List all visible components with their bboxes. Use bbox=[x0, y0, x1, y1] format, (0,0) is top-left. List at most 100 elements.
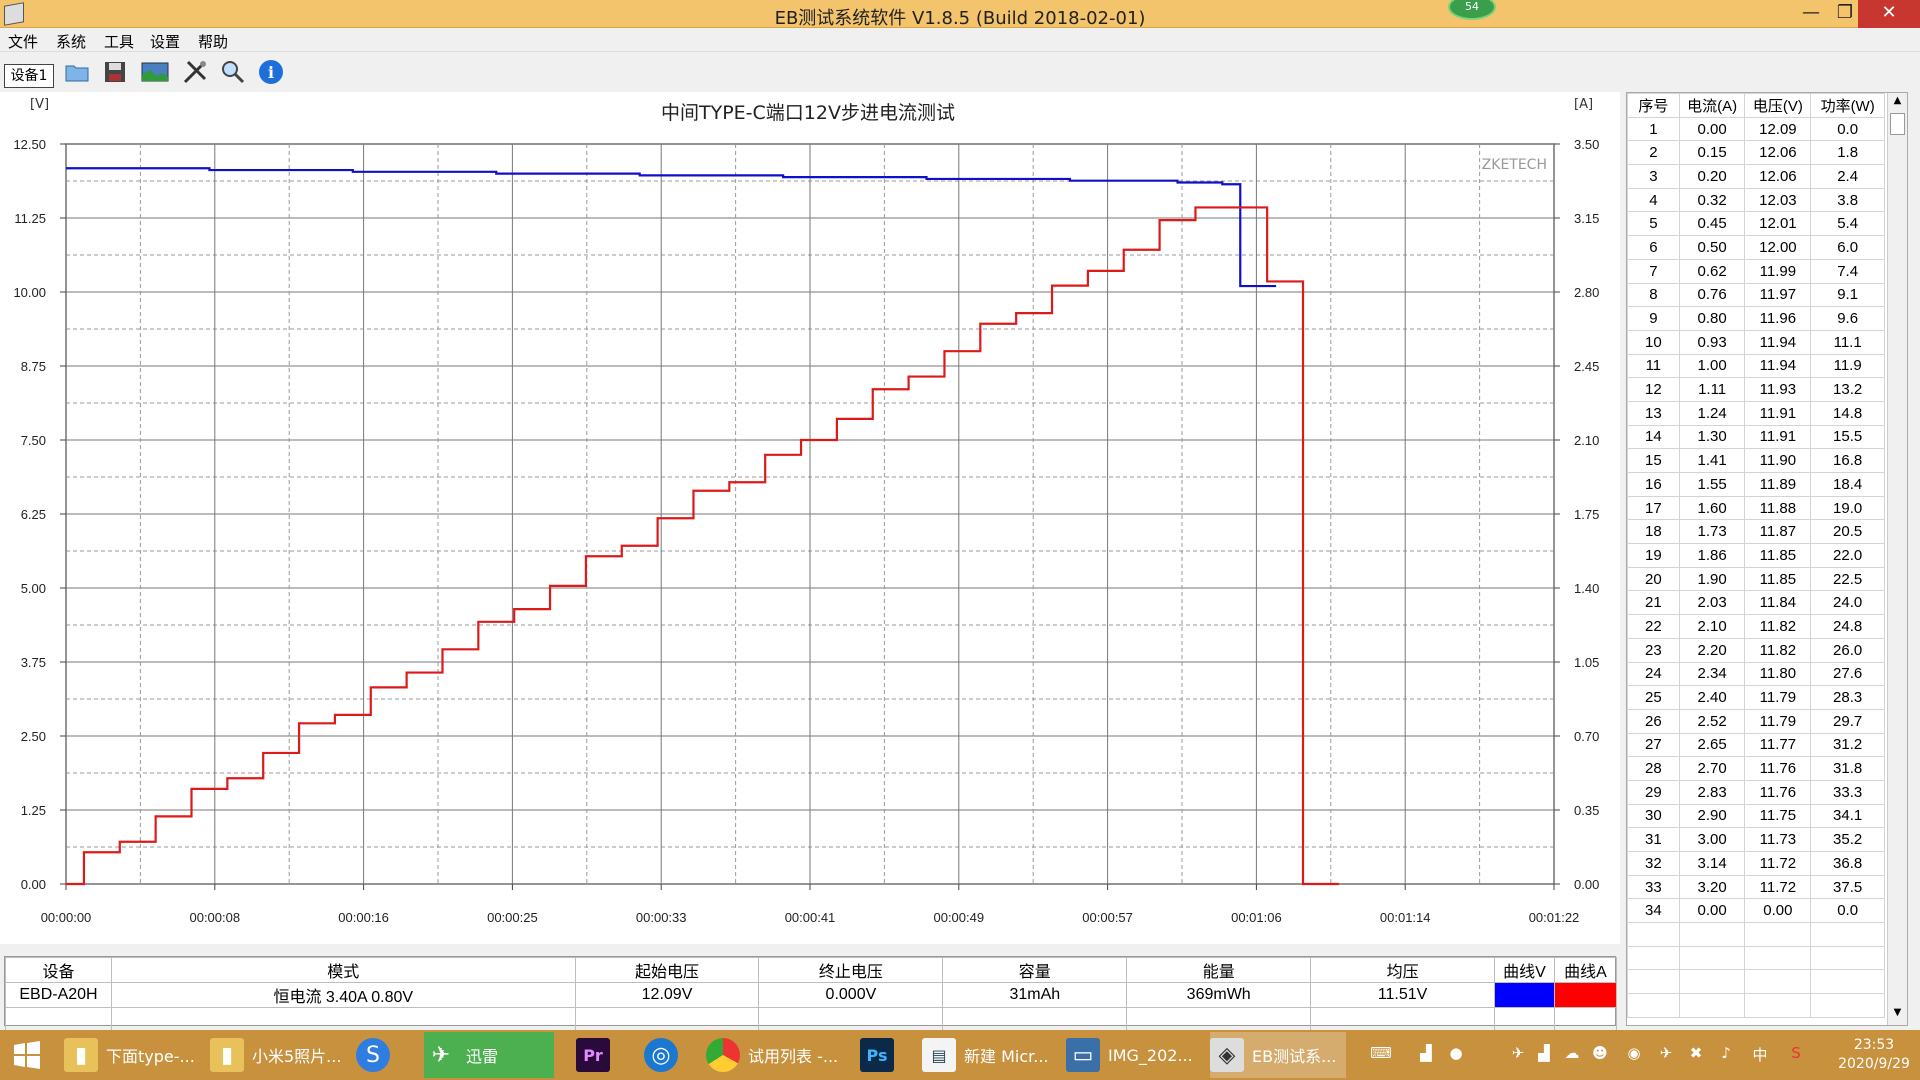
taskbar-item-image[interactable]: ▭ IMG_202... bbox=[1066, 1032, 1206, 1078]
table-row[interactable]: 6 0.50 12.00 6.0 bbox=[1627, 235, 1885, 260]
table-row[interactable]: 18 1.73 11.87 20.5 bbox=[1627, 519, 1885, 545]
table-cell: 2.03 bbox=[1678, 590, 1746, 616]
scroll-down-icon[interactable]: ▼ bbox=[1890, 1007, 1905, 1023]
table-row[interactable]: 22 2.10 11.82 24.8 bbox=[1627, 614, 1885, 639]
taskbar-item-xunlei[interactable]: ✈ 迅雷 bbox=[424, 1032, 554, 1078]
table-row[interactable]: 32 3.14 11.72 36.8 bbox=[1627, 851, 1885, 876]
scroll-thumb[interactable] bbox=[1890, 113, 1905, 135]
table-cell bbox=[1744, 969, 1812, 995]
table-row[interactable]: 14 1.30 11.91 15.5 bbox=[1627, 424, 1885, 450]
search-icon[interactable] bbox=[218, 58, 248, 86]
table-row[interactable]: 5 0.45 12.01 5.4 bbox=[1627, 211, 1885, 237]
network-icon[interactable]: ▟ bbox=[1534, 1044, 1554, 1064]
volume-icon[interactable]: ♪ bbox=[1716, 1044, 1736, 1064]
taskbar-item-word[interactable]: ▤ 新建 Micr... bbox=[922, 1032, 1062, 1078]
wifi-icon[interactable]: ✈ bbox=[1508, 1044, 1528, 1064]
keyboard-icon[interactable]: ⌨ bbox=[1364, 1044, 1398, 1064]
clock[interactable]: 23:53 2020/9/29 bbox=[1828, 1036, 1920, 1074]
table-row[interactable]: 24 2.34 11.80 27.6 bbox=[1627, 661, 1885, 687]
close-button[interactable]: ✕ bbox=[1858, 0, 1920, 28]
mute-icon[interactable]: ✖ bbox=[1686, 1044, 1706, 1064]
taskbar-item-photoshop[interactable]: Ps bbox=[860, 1032, 910, 1078]
taskbar-item-sogou[interactable]: S bbox=[356, 1032, 406, 1078]
table-cell: 2.4 bbox=[1810, 164, 1885, 189]
table-cell: 29 bbox=[1627, 779, 1680, 805]
info-icon[interactable]: i bbox=[256, 58, 286, 86]
table-row[interactable]: 28 2.70 11.76 31.8 bbox=[1627, 756, 1885, 781]
taskbar-item-browser[interactable]: ◎ bbox=[644, 1032, 694, 1078]
table-row[interactable]: 26 2.52 11.79 29.7 bbox=[1627, 708, 1885, 734]
menu-system[interactable]: 系统 bbox=[56, 31, 86, 52]
table-header[interactable]: 序号 bbox=[1627, 93, 1680, 118]
table-row[interactable]: 17 1.60 11.88 19.0 bbox=[1627, 495, 1885, 521]
globe-icon[interactable]: ◉ bbox=[1624, 1044, 1644, 1064]
taskbar-item-eb-active[interactable]: ◈ EB测试系... bbox=[1210, 1032, 1346, 1078]
table-header[interactable]: 电流(A) bbox=[1678, 93, 1746, 118]
table-cell: 33 bbox=[1627, 874, 1680, 900]
table-row[interactable]: 30 2.90 11.75 34.1 bbox=[1627, 803, 1885, 829]
save-icon[interactable] bbox=[100, 58, 130, 86]
table-row[interactable]: 3 0.20 12.06 2.4 bbox=[1627, 164, 1885, 189]
table-cell bbox=[1744, 922, 1812, 947]
vertical-scrollbar[interactable]: ▲ ▼ bbox=[1887, 93, 1907, 1025]
table-cell: 11.94 bbox=[1744, 329, 1812, 355]
tools-icon[interactable] bbox=[180, 58, 210, 86]
taskbar-item-premiere[interactable]: Pr bbox=[576, 1032, 626, 1078]
menu-tools[interactable]: 工具 bbox=[104, 31, 134, 52]
table-row[interactable]: 34 0.00 0.00 0.0 bbox=[1627, 898, 1885, 924]
table-cell: 11.99 bbox=[1744, 258, 1812, 284]
device-tab[interactable]: 设备1 bbox=[4, 64, 54, 88]
sogou-tray-icon[interactable]: S bbox=[1786, 1044, 1806, 1064]
menu-settings[interactable]: 设置 bbox=[150, 31, 180, 52]
qq-icon[interactable]: ☻ bbox=[1590, 1044, 1610, 1064]
start-button[interactable] bbox=[10, 1032, 52, 1078]
summary-header: 设备 bbox=[5, 957, 112, 983]
table-row[interactable]: 7 0.62 11.99 7.4 bbox=[1627, 258, 1885, 284]
table-header[interactable]: 功率(W) bbox=[1810, 93, 1885, 118]
table-row[interactable]: 2 0.15 12.06 1.8 bbox=[1627, 140, 1885, 166]
taskbar-item-chrome[interactable]: 试用列表 -... bbox=[706, 1032, 846, 1078]
taskbar-item-folder2[interactable]: ▮ 小米5照片... bbox=[210, 1032, 350, 1078]
table-row[interactable]: 9 0.80 11.96 9.6 bbox=[1627, 306, 1885, 331]
table-row[interactable]: 15 1.41 11.90 16.8 bbox=[1627, 448, 1885, 473]
table-row[interactable]: 21 2.03 11.84 24.0 bbox=[1627, 590, 1885, 616]
table-cell: 11.85 bbox=[1744, 566, 1812, 592]
table-row[interactable]: 23 2.20 11.82 26.0 bbox=[1627, 637, 1885, 663]
table-row[interactable]: 12 1.11 11.93 13.2 bbox=[1627, 377, 1885, 402]
right-tick-label: 0.35 bbox=[1574, 803, 1599, 818]
table-row[interactable]: 33 3.20 11.72 37.5 bbox=[1627, 874, 1885, 900]
curve-a-color-swatch[interactable] bbox=[1553, 982, 1618, 1008]
open-folder-icon[interactable] bbox=[62, 58, 92, 86]
table-row[interactable]: 11 1.00 11.94 11.9 bbox=[1627, 353, 1885, 379]
bird-tray-icon[interactable]: ✈ bbox=[1656, 1044, 1676, 1064]
table-row[interactable]: 29 2.83 11.76 33.3 bbox=[1627, 779, 1885, 805]
left-axis-unit: [V] bbox=[30, 97, 49, 112]
table-row[interactable]: 16 1.55 11.89 18.4 bbox=[1627, 472, 1885, 497]
table-cell: 12.03 bbox=[1744, 187, 1812, 213]
taskbar-item-folder1[interactable]: ▮ 下面type-... bbox=[64, 1032, 204, 1078]
table-row[interactable]: 20 1.90 11.85 22.5 bbox=[1627, 566, 1885, 592]
menu-file[interactable]: 文件 bbox=[8, 31, 38, 52]
left-tick-label: 8.75 bbox=[21, 359, 46, 374]
table-row[interactable]: 25 2.40 11.79 28.3 bbox=[1627, 685, 1885, 710]
image-icon[interactable] bbox=[140, 58, 170, 86]
table-row[interactable]: 31 3.00 11.73 35.2 bbox=[1627, 827, 1885, 852]
table-row[interactable]: 4 0.32 12.03 3.8 bbox=[1627, 187, 1885, 213]
table-row[interactable]: 10 0.93 11.94 11.1 bbox=[1627, 329, 1885, 355]
cloud-icon[interactable]: ☁ bbox=[1562, 1044, 1582, 1064]
table-row[interactable]: 1 0.00 12.09 0.0 bbox=[1627, 116, 1885, 142]
menu-help[interactable]: 帮助 bbox=[198, 31, 228, 52]
table-row[interactable]: 13 1.24 11.91 14.8 bbox=[1627, 400, 1885, 426]
table-header[interactable]: 电压(V) bbox=[1744, 93, 1812, 118]
ime-indicator[interactable]: 中 bbox=[1750, 1044, 1770, 1064]
table-row-empty bbox=[1627, 945, 1885, 971]
table-row[interactable]: 19 1.86 11.85 22.0 bbox=[1627, 543, 1885, 568]
table-cell: 1.30 bbox=[1678, 424, 1746, 450]
scroll-up-icon[interactable]: ▲ bbox=[1890, 95, 1905, 111]
table-cell: 18.4 bbox=[1810, 472, 1885, 497]
table-row[interactable]: 27 2.65 11.77 31.2 bbox=[1627, 732, 1885, 758]
curve-v-color-swatch[interactable] bbox=[1494, 982, 1555, 1008]
signal-icon[interactable]: ▟ bbox=[1416, 1044, 1436, 1064]
table-row[interactable]: 8 0.76 11.97 9.1 bbox=[1627, 282, 1885, 308]
tray-app-icon[interactable]: ● bbox=[1446, 1044, 1466, 1064]
